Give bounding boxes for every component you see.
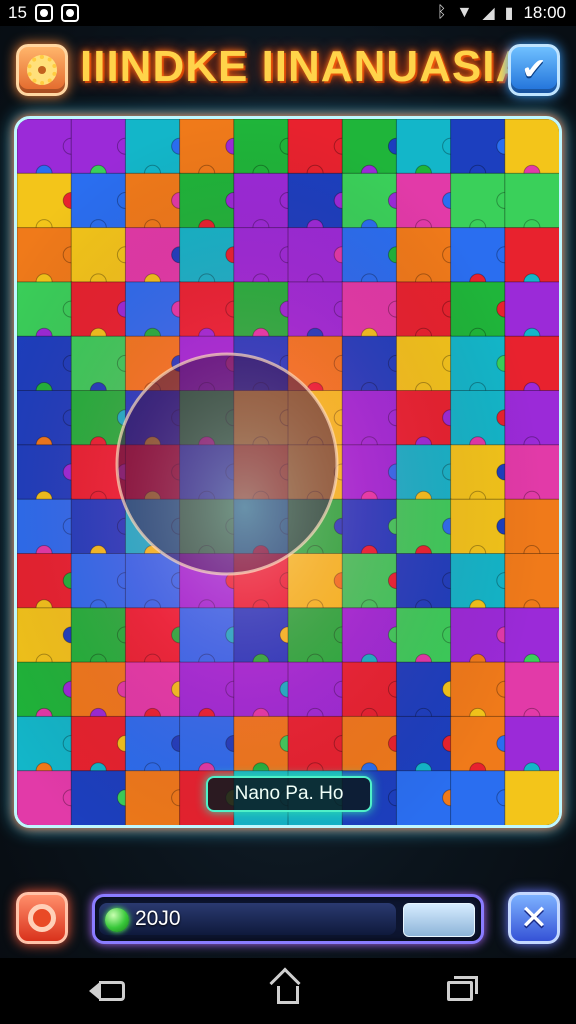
gear-icon	[27, 55, 57, 85]
board-label: Nano Pa. Ho	[206, 776, 372, 812]
board-glow	[17, 119, 559, 825]
app-notification-icon	[34, 4, 53, 22]
puzzle-board[interactable]	[14, 116, 562, 828]
close-icon: ✕	[519, 898, 549, 938]
wifi-icon: ▼	[456, 4, 473, 21]
recent-apps-button[interactable]	[440, 976, 480, 1006]
restart-button[interactable]	[16, 892, 68, 944]
back-button[interactable]	[89, 976, 132, 1006]
board-label-text: Nano Pa. Ho	[234, 783, 344, 804]
green-gem-icon	[105, 908, 129, 932]
signal-icon: ◢	[482, 5, 495, 22]
bluetooth-icon: ᛒ	[436, 4, 447, 21]
recent-apps-icon	[447, 976, 478, 1001]
game-title: IIINDKE IINANUASIA	[80, 42, 529, 91]
back-icon	[89, 981, 125, 1001]
home-icon	[277, 986, 299, 1004]
progress-bar: 20J0	[92, 894, 484, 944]
navigation-bar	[0, 958, 576, 1024]
puzzle-grid[interactable]	[17, 119, 559, 825]
game-header: IIINDKE IINANUASIA ✔	[0, 30, 576, 114]
close-button[interactable]: ✕	[508, 892, 560, 944]
status-bar: 15 ᛒ ▼ ◢ ▮ 18:00	[0, 0, 576, 26]
score-value: 20J0	[135, 907, 181, 930]
home-button[interactable]	[268, 976, 308, 1006]
clock: 18:00	[523, 3, 566, 22]
bottom-bar: 20J0 ✕	[0, 880, 576, 956]
progress-end-cap	[403, 903, 475, 937]
notification-count: 15	[8, 3, 27, 22]
image-notification-icon	[60, 4, 79, 22]
settings-button[interactable]	[16, 44, 68, 96]
confirm-button[interactable]: ✔	[508, 44, 560, 96]
ring-icon	[28, 904, 56, 932]
battery-icon: ▮	[504, 5, 514, 22]
checkmark-icon: ✔	[521, 52, 547, 87]
